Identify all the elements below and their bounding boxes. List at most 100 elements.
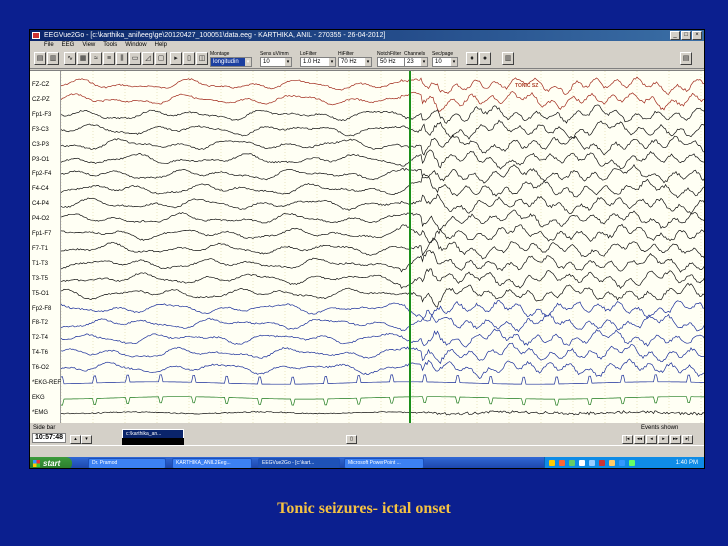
wave-icon[interactable]: ∿ bbox=[64, 52, 76, 65]
time-display[interactable]: 10:57:48 bbox=[32, 433, 66, 443]
scroll-up-icon[interactable]: ▴ bbox=[70, 435, 81, 444]
system-tray: 1:40 PM bbox=[544, 457, 704, 468]
frame-icon[interactable]: ▢ bbox=[155, 52, 167, 65]
split-icon[interactable]: ◫ bbox=[196, 52, 208, 65]
tray-icon[interactable] bbox=[559, 460, 565, 466]
panel-icon[interactable]: ▯ bbox=[183, 52, 195, 65]
event-marker-label[interactable]: TONIC SZ bbox=[515, 83, 538, 89]
tray-icon[interactable] bbox=[549, 460, 555, 466]
taskbar-item-karthika[interactable]: KARTHIKA_ANIL2Eeg... bbox=[172, 458, 252, 468]
chevron-down-icon: ▾ bbox=[421, 58, 427, 66]
channel-label: P3-O1 bbox=[32, 156, 50, 163]
rectangle-icon[interactable]: ▭ bbox=[129, 52, 141, 65]
channel-label: F4-C4 bbox=[32, 186, 49, 193]
tray-icon[interactable] bbox=[629, 460, 635, 466]
channel-label: Fp2-F4 bbox=[32, 171, 52, 178]
channel-label: FZ-CZ bbox=[32, 82, 50, 88]
save-icon[interactable]: ▤ bbox=[34, 52, 46, 65]
hi-filter-control: HiFilter 70 Hz ▾ bbox=[338, 51, 372, 67]
montage-select[interactable]: longitudin ▾ bbox=[210, 57, 252, 67]
channel-label: Fp2-F8 bbox=[32, 305, 52, 312]
chevron-down-icon: ▾ bbox=[329, 58, 335, 66]
menu-window[interactable]: Window bbox=[125, 41, 146, 50]
taskbar-item-pramod[interactable]: Dr. Pramod bbox=[88, 458, 166, 468]
next-icon[interactable]: ▸ bbox=[658, 435, 669, 444]
menu-help[interactable]: Help bbox=[155, 41, 167, 50]
tray-icon[interactable] bbox=[589, 460, 595, 466]
first-page-icon[interactable]: |◂ bbox=[622, 435, 633, 444]
status-bar: Side bar 10:57:48 ▴ ▾ c:\karthika_an... … bbox=[30, 423, 704, 445]
chevron-down-icon: ▾ bbox=[285, 58, 291, 66]
scroll-down-icon[interactable]: ▾ bbox=[81, 435, 92, 444]
lo-filter-select[interactable]: 1.0 Hz ▾ bbox=[300, 57, 336, 67]
eeg-trace bbox=[61, 193, 704, 215]
channel-label: F7-T1 bbox=[32, 245, 49, 252]
eeg-traces[interactable] bbox=[61, 71, 705, 424]
application-window: EEGVue2Go - [c:\karthika_anil\eeg\ge\201… bbox=[29, 29, 705, 469]
eeg-trace bbox=[61, 163, 704, 184]
triangle-icon[interactable]: ◿ bbox=[142, 52, 154, 65]
start-button[interactable]: start bbox=[30, 457, 72, 468]
channel-label: CZ-PZ bbox=[32, 96, 50, 103]
prev-page-icon[interactable]: ◂◂ bbox=[634, 435, 645, 444]
channel-label: P4-O2 bbox=[32, 216, 50, 223]
split-view-icon[interactable]: ▥ bbox=[502, 52, 514, 65]
eeg-trace bbox=[61, 268, 704, 289]
prev-icon[interactable]: ◂ bbox=[646, 435, 657, 444]
eeg-trace bbox=[61, 410, 704, 416]
menu-file[interactable]: File bbox=[44, 41, 54, 50]
eeg-trace bbox=[61, 238, 704, 260]
grid-icon[interactable]: ▦ bbox=[77, 52, 89, 65]
menu-eeg[interactable]: EEG bbox=[62, 41, 75, 50]
menu-tools[interactable]: Tools bbox=[103, 41, 117, 50]
marker-icon[interactable]: ♦ bbox=[466, 52, 478, 65]
channels-select[interactable]: 23 ▾ bbox=[404, 57, 428, 67]
channel-labels: FZ-CZ CZ-PZ Fp1-F3 F3-C3 C3-P3 P3-O1 Fp2-F4 F4-… bbox=[30, 71, 61, 423]
sensitivity-control: Sens uV/mm 10 ▾ bbox=[260, 51, 292, 67]
minimize-button[interactable]: _ bbox=[670, 31, 680, 40]
menu-view[interactable]: View bbox=[82, 41, 95, 50]
taskbar: start Dr. Pramod KARTHIKA_ANIL2Eeg... EE… bbox=[30, 457, 704, 468]
page-marker-icon[interactable]: ▯ bbox=[346, 435, 357, 444]
eeg-trace-area[interactable]: FZ-CZ CZ-PZ Fp1-F3 F3-C3 C3-P3 P3-O1 Fp2-F4 F4-… bbox=[30, 70, 705, 424]
events-label: Events shown bbox=[641, 425, 679, 431]
columns-icon[interactable]: ⫼ bbox=[116, 52, 128, 65]
eeg-trace bbox=[61, 328, 704, 348]
eeg-trace bbox=[61, 209, 704, 230]
close-button[interactable]: × bbox=[692, 31, 702, 40]
channels-control: Channels 23 ▾ bbox=[404, 51, 428, 67]
taskbar-item-powerpoint[interactable]: Microsoft PowerPoint ... bbox=[344, 458, 424, 468]
channel-label: Fp1-F7 bbox=[32, 231, 52, 237]
channel-label: *EMG bbox=[32, 409, 49, 416]
tray-icon[interactable] bbox=[569, 460, 575, 466]
print-icon[interactable]: ▥ bbox=[47, 52, 59, 65]
eeg-trace bbox=[61, 299, 704, 322]
channel-label: T1-T3 bbox=[32, 260, 49, 267]
channel-label: T3-T5 bbox=[32, 275, 49, 282]
tray-icon[interactable] bbox=[579, 460, 585, 466]
eeg-trace bbox=[61, 358, 704, 379]
sensitivity-select[interactable]: 10 ▾ bbox=[260, 57, 292, 67]
eeg-trace bbox=[61, 374, 704, 385]
wave-view-icon[interactable]: ≈ bbox=[90, 52, 102, 65]
taskbar-item-eegvue[interactable]: EEGVue2Go - [c:\kart... bbox=[258, 458, 340, 468]
channel-label: C3-P3 bbox=[32, 141, 50, 148]
tray-icon[interactable] bbox=[619, 460, 625, 466]
tray-icon[interactable] bbox=[599, 460, 605, 466]
sec-page-select[interactable]: 10 ▾ bbox=[432, 57, 458, 67]
eeg-trace bbox=[61, 104, 704, 124]
last-page-icon[interactable]: ▸| bbox=[682, 435, 693, 444]
window-title: EEGVue2Go - [c:\karthika_anil\eeg\ge\201… bbox=[44, 32, 386, 39]
lo-filter-control: LoFilter 1.0 Hz ▾ bbox=[300, 51, 336, 67]
next-page-icon[interactable]: ▸▸ bbox=[670, 435, 681, 444]
notes-icon[interactable]: ▤ bbox=[680, 52, 692, 65]
restore-button[interactable]: □ bbox=[681, 31, 691, 40]
stack-icon[interactable]: ≡ bbox=[103, 52, 115, 65]
channel-label: T6-O2 bbox=[32, 365, 50, 372]
tray-icon[interactable] bbox=[609, 460, 615, 466]
hi-filter-select[interactable]: 70 Hz ▾ bbox=[338, 57, 372, 67]
play-icon[interactable]: ▸ bbox=[170, 52, 182, 65]
chevron-down-icon: ▾ bbox=[451, 58, 457, 66]
clock[interactable]: 1:40 PM bbox=[676, 457, 698, 468]
record-icon[interactable]: ● bbox=[479, 52, 491, 65]
